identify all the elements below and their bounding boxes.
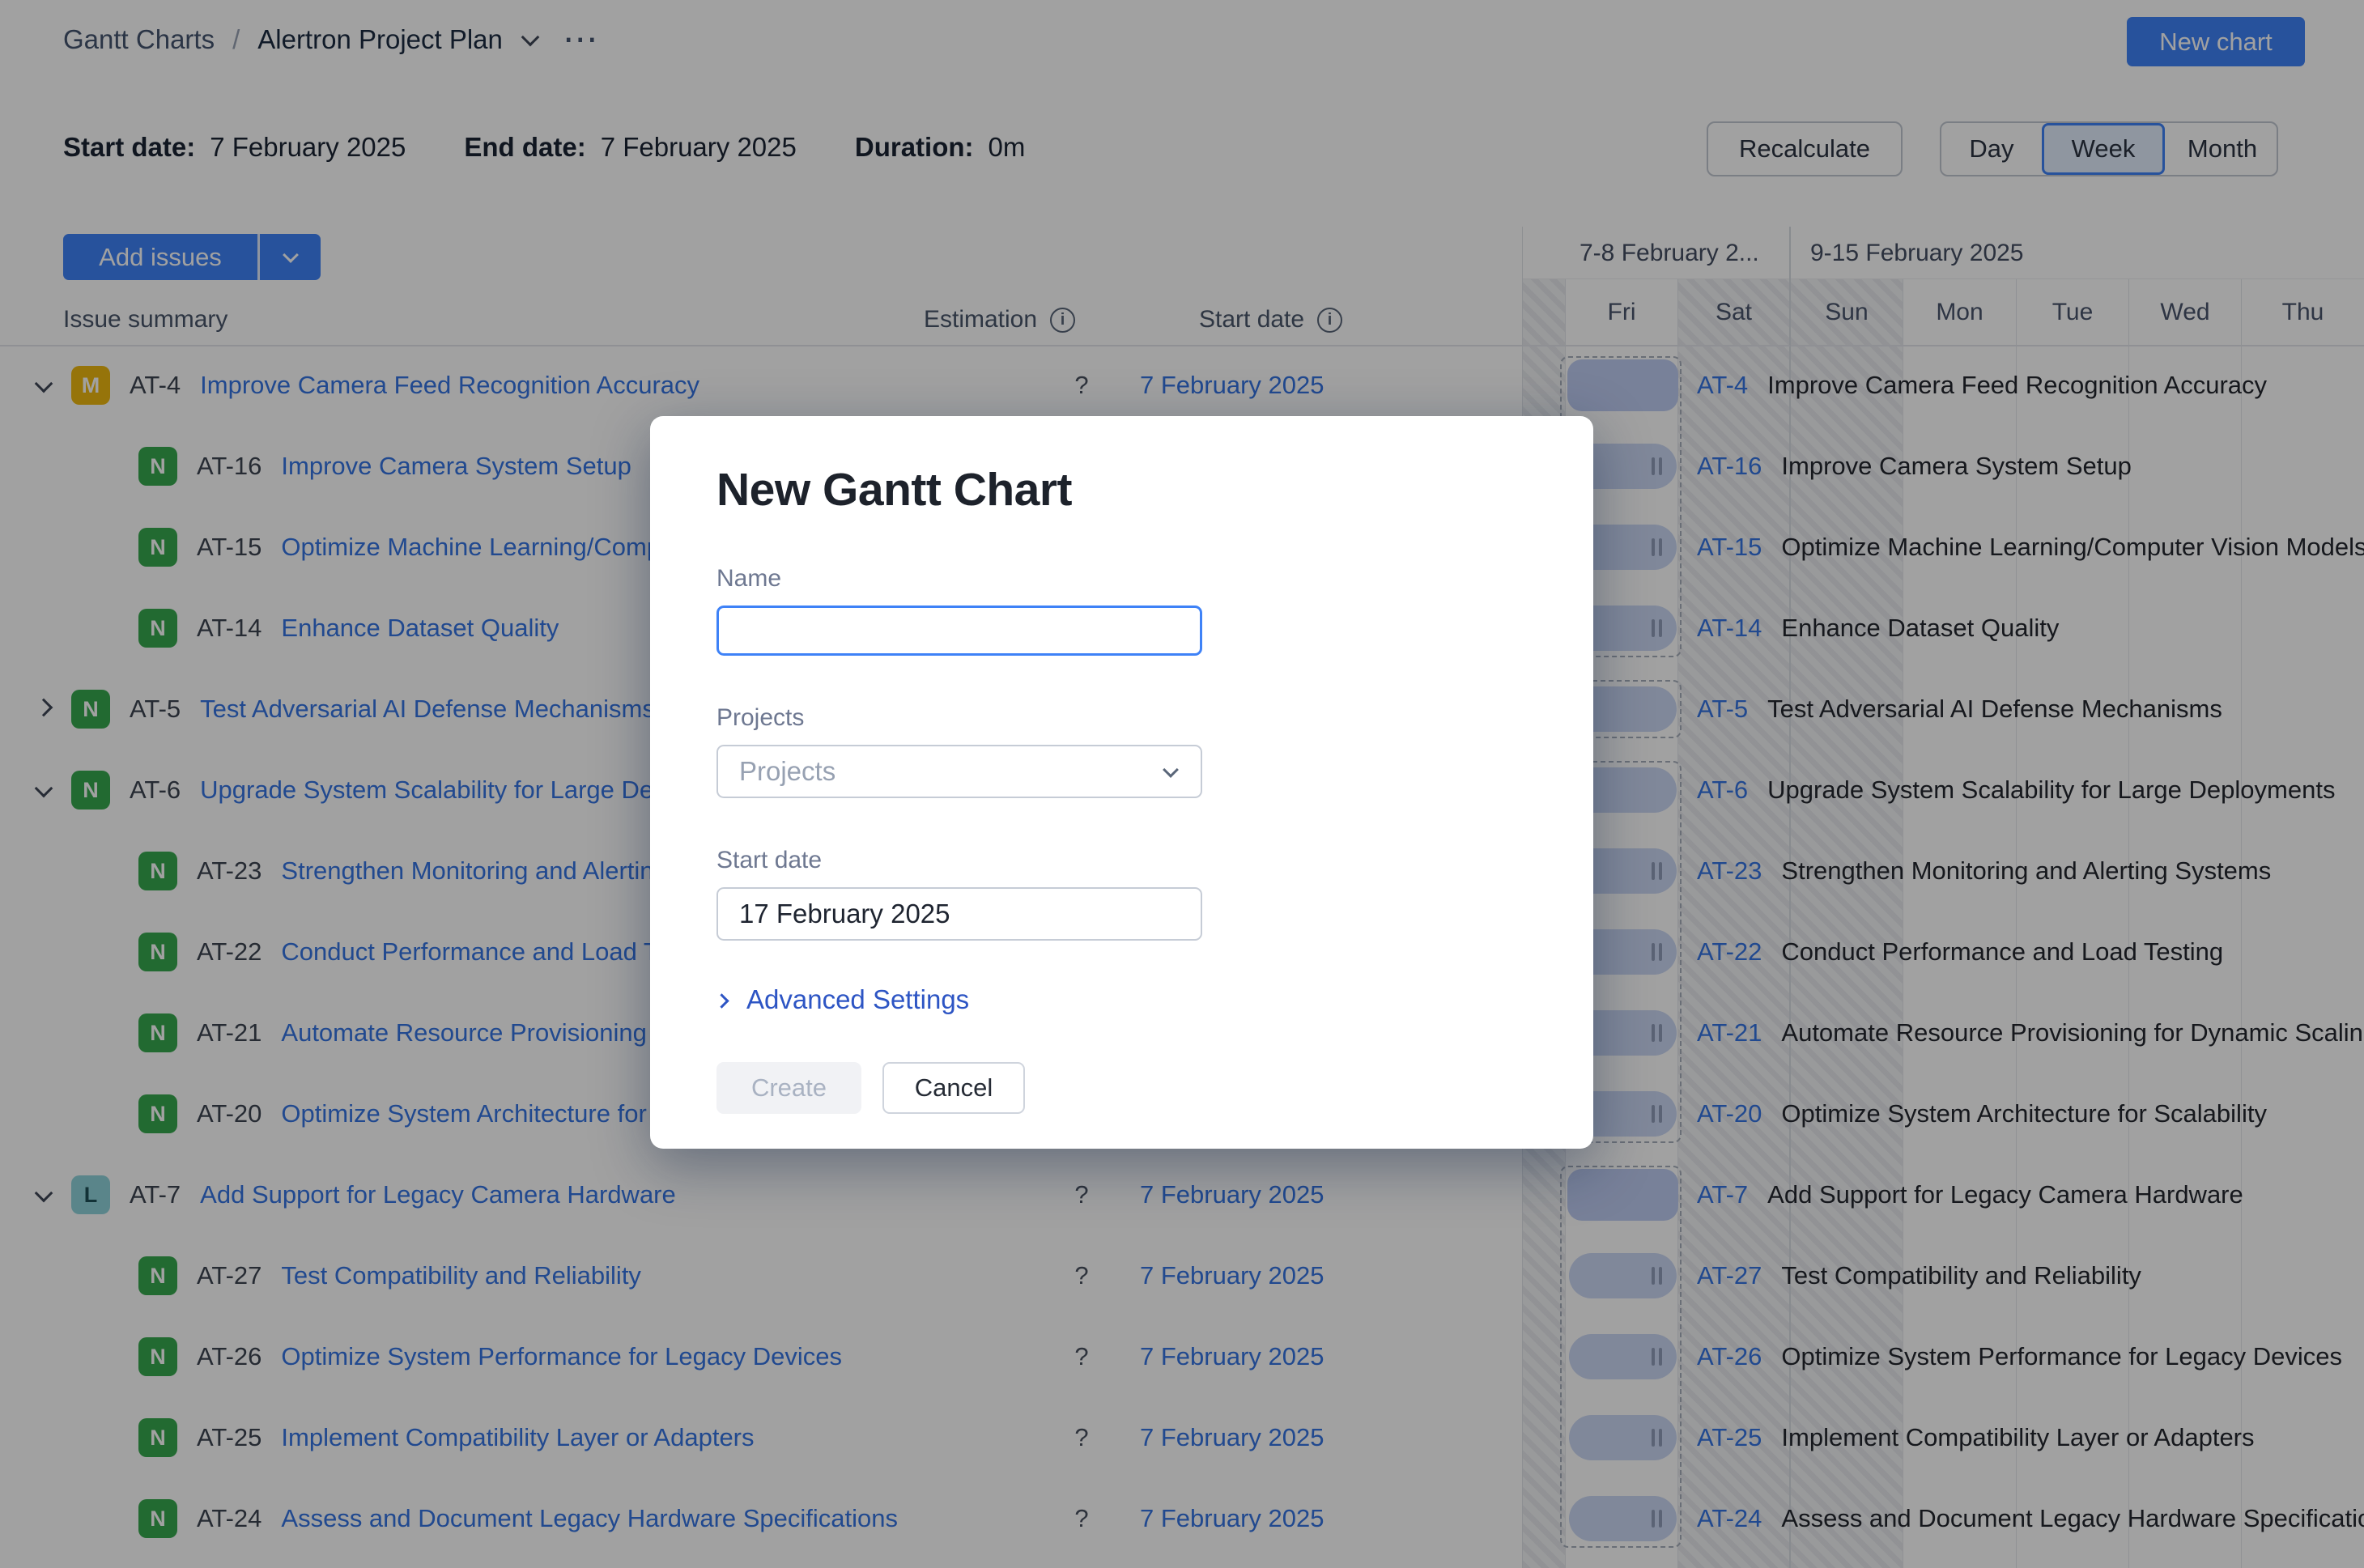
advanced-settings-label: Advanced Settings xyxy=(746,984,969,1015)
modal-title: New Gantt Chart xyxy=(716,463,1529,516)
name-input[interactable] xyxy=(716,606,1202,656)
create-button[interactable]: Create xyxy=(716,1062,861,1114)
projects-placeholder: Projects xyxy=(739,756,835,787)
new-gantt-chart-modal: New Gantt Chart Name Projects Projects S… xyxy=(650,416,1593,1149)
name-label: Name xyxy=(716,565,1529,593)
chevron-down-icon xyxy=(1163,762,1179,778)
start-date-input[interactable]: 17 February 2025 xyxy=(716,887,1202,941)
start-date-label: Start date xyxy=(716,847,1529,874)
advanced-settings-toggle[interactable]: Advanced Settings xyxy=(716,984,1529,1015)
projects-select[interactable]: Projects xyxy=(716,745,1202,798)
modal-buttons: Create Cancel xyxy=(716,1062,1529,1114)
cancel-button[interactable]: Cancel xyxy=(882,1062,1025,1114)
chevron-right-icon xyxy=(714,993,729,1008)
start-date-value: 17 February 2025 xyxy=(739,899,950,929)
projects-label: Projects xyxy=(716,704,1529,732)
